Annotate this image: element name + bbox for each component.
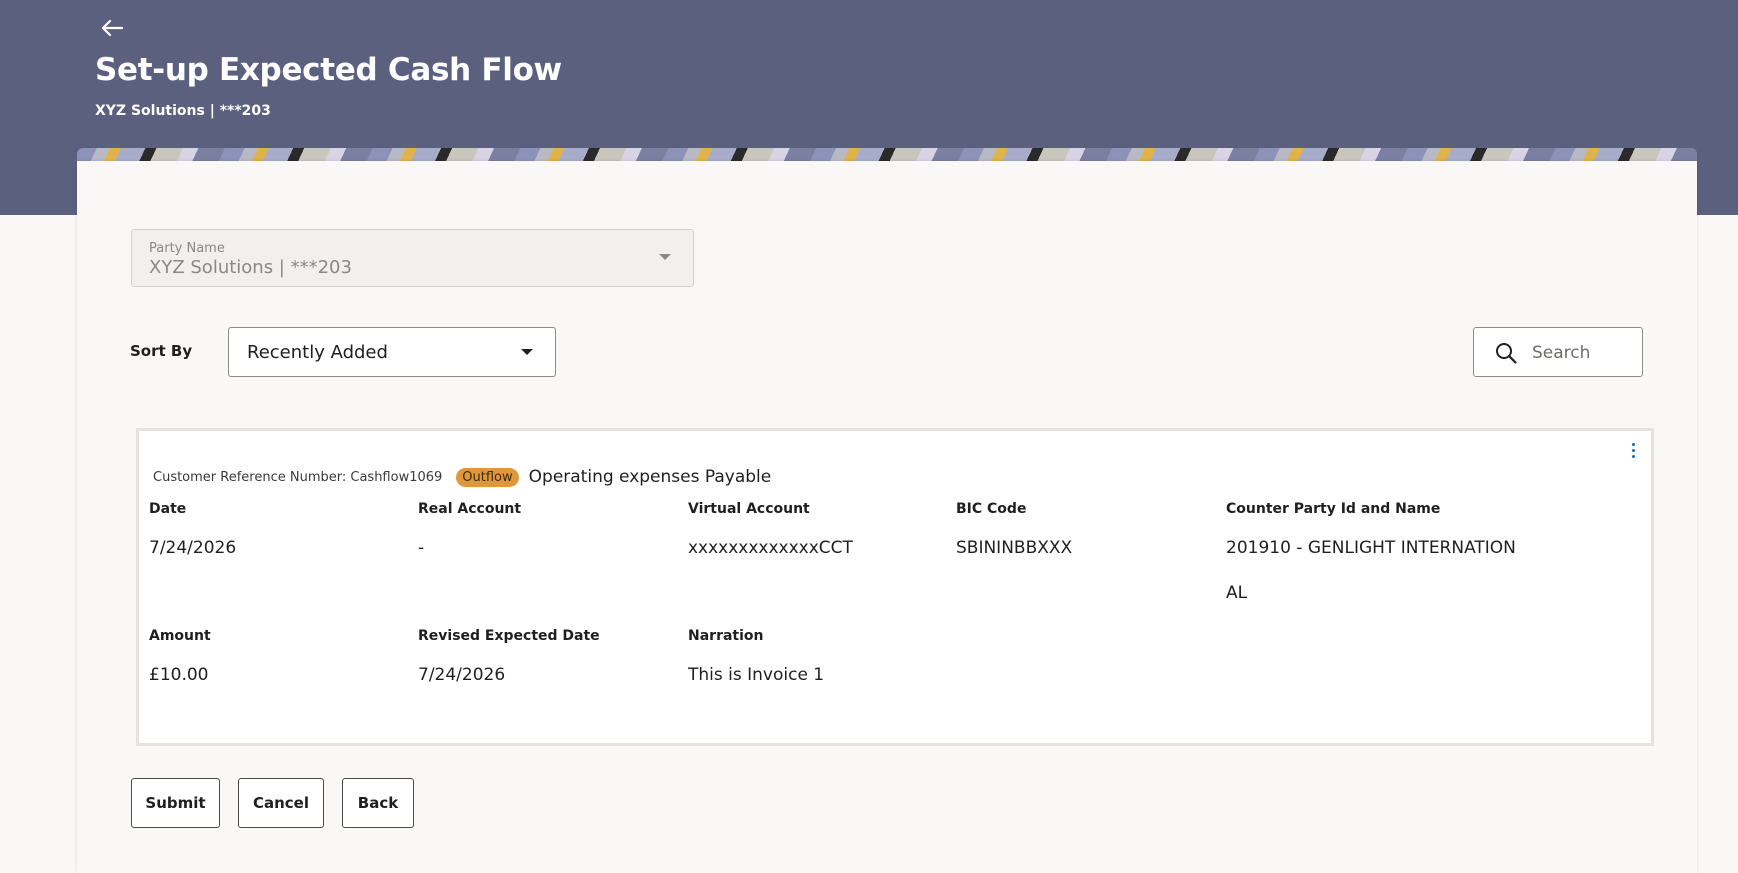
revised-expected-date-label: Revised Expected Date	[418, 628, 600, 644]
real-account-label: Real Account	[418, 501, 522, 517]
counter-party-label: Counter Party Id and Name	[1226, 501, 1441, 517]
sort-by-value: Recently Added	[247, 342, 388, 363]
chevron-down-icon	[659, 254, 671, 260]
chevron-down-icon	[521, 349, 533, 355]
sort-by-label: Sort By	[130, 342, 193, 360]
narration-label: Narration	[688, 628, 764, 644]
sort-by-select[interactable]: Recently Added	[228, 327, 556, 377]
record-header: Customer Reference Number: Cashflow1069 …	[153, 467, 771, 487]
date-label: Date	[149, 501, 187, 517]
amount-value: £10.00	[149, 665, 209, 685]
decorative-pattern-strip	[77, 148, 1697, 162]
page-subtitle: XYZ Solutions | ***203	[95, 103, 271, 119]
page-title: Set-up Expected Cash Flow	[95, 52, 562, 88]
counter-party-value-line1: 201910 - GENLIGHT INTERNATION	[1226, 538, 1516, 558]
customer-reference-number: Customer Reference Number: Cashflow1069	[153, 469, 443, 485]
narration-value: This is Invoice 1	[688, 665, 825, 685]
search-input[interactable]	[1532, 340, 1632, 366]
more-options-icon[interactable]	[1629, 443, 1637, 463]
revised-expected-date-value: 7/24/2026	[418, 665, 506, 685]
bic-code-value: SBININBBXXX	[956, 538, 1073, 558]
party-name-label: Party Name	[149, 241, 225, 256]
submit-button[interactable]: Submit	[131, 778, 220, 828]
cancel-button[interactable]: Cancel	[238, 778, 324, 828]
real-account-value: -	[418, 538, 425, 558]
search-box[interactable]	[1473, 327, 1643, 377]
cash-flow-title: Operating expenses Payable	[528, 467, 772, 487]
virtual-account-value: xxxxxxxxxxxxxCCT	[688, 538, 853, 558]
party-name-value: XYZ Solutions | ***203	[149, 257, 352, 278]
flow-type-badge: Outflow	[456, 467, 519, 487]
arrow-left-icon[interactable]	[100, 18, 130, 44]
back-button[interactable]: Back	[342, 778, 414, 828]
party-name-select: Party Name XYZ Solutions | ***203	[131, 229, 694, 287]
search-icon	[1496, 343, 1517, 364]
counter-party-value-line2: AL	[1226, 583, 1248, 603]
virtual-account-label: Virtual Account	[688, 501, 810, 517]
cash-flow-record-card: Customer Reference Number: Cashflow1069 …	[136, 428, 1654, 746]
amount-label: Amount	[149, 628, 211, 644]
date-value: 7/24/2026	[149, 538, 237, 558]
bic-code-label: BIC Code	[956, 501, 1027, 517]
